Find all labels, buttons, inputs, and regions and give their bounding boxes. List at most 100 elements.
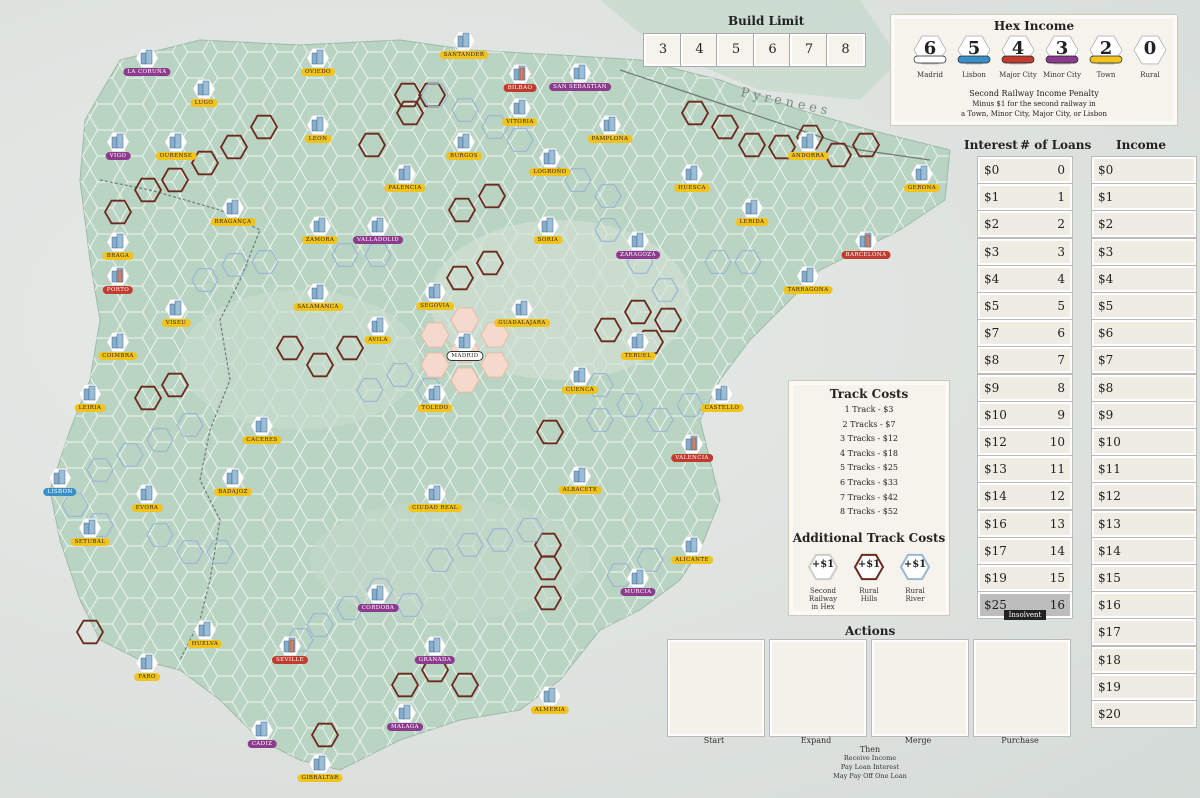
- city-label[interactable]: CUENCA: [561, 386, 599, 394]
- income-row[interactable]: $13: [1091, 509, 1197, 538]
- income-row[interactable]: $19: [1091, 672, 1197, 701]
- city-label[interactable]: TERUEL: [620, 352, 656, 360]
- city-label[interactable]: BURGOS: [446, 152, 482, 160]
- loan-row[interactable]: $17 14: [977, 536, 1073, 565]
- city-label[interactable]: TARRAGONA: [783, 286, 833, 294]
- income-row[interactable]: $14: [1091, 536, 1197, 565]
- city-label[interactable]: VALENCIA: [671, 454, 713, 462]
- income-row[interactable]: $17: [1091, 618, 1197, 647]
- income-row[interactable]: $8: [1091, 373, 1197, 402]
- city-label[interactable]: HUESCA: [674, 184, 710, 192]
- city-label[interactable]: ZARAGOZA: [616, 251, 660, 259]
- city-label[interactable]: SANTANDER: [439, 51, 489, 59]
- income-row[interactable]: $5: [1091, 292, 1197, 320]
- loan-row[interactable]: $8 7: [977, 346, 1073, 375]
- action-box-merge[interactable]: [871, 639, 969, 737]
- city-label[interactable]: GERONA: [903, 184, 941, 192]
- loan-row[interactable]: $16 13: [977, 509, 1073, 538]
- city-label[interactable]: BRAGANÇA: [210, 218, 256, 226]
- city-label[interactable]: SORIA: [533, 236, 563, 244]
- city-label[interactable]: SETUBAL: [70, 538, 110, 546]
- income-row[interactable]: $18: [1091, 645, 1197, 674]
- city-label[interactable]: MALAGA: [387, 723, 423, 731]
- action-box-start[interactable]: [667, 639, 765, 737]
- city-label[interactable]: BARCELONA: [841, 251, 891, 259]
- city-label[interactable]: PORTO: [102, 286, 134, 294]
- city-label[interactable]: BADAJOZ: [214, 488, 252, 496]
- loan-row[interactable]: $9 8: [977, 373, 1073, 402]
- city-label[interactable]: LEIRIA: [74, 404, 106, 412]
- income-row[interactable]: $6: [1091, 319, 1197, 348]
- city-label[interactable]: CORDOBA: [357, 604, 399, 612]
- income-row[interactable]: $1: [1091, 183, 1197, 212]
- city-label[interactable]: LOGROÑO: [529, 168, 571, 176]
- city-label[interactable]: SEGOVIA: [416, 302, 454, 310]
- loan-row[interactable]: $2 2: [977, 210, 1073, 239]
- city-label[interactable]: CIUDAD REAL: [408, 504, 462, 512]
- city-label[interactable]: CADIZ: [247, 740, 277, 748]
- city-label[interactable]: VISEU: [161, 319, 191, 327]
- income-row[interactable]: $15: [1091, 564, 1197, 592]
- city-label[interactable]: ALBACETE: [558, 486, 602, 494]
- city-label[interactable]: BILBAO: [503, 84, 537, 92]
- city-label[interactable]: SALAMANCA: [293, 303, 343, 311]
- income-row[interactable]: $7: [1091, 346, 1197, 375]
- income-row[interactable]: $20: [1091, 700, 1197, 728]
- city-label[interactable]: ZAMORA: [301, 236, 339, 244]
- income-row[interactable]: $0: [1091, 156, 1197, 184]
- city-building-icon: [106, 332, 130, 352]
- city-label[interactable]: GRANADA: [414, 656, 456, 664]
- loan-row[interactable]: $4 4: [977, 264, 1073, 293]
- city-label[interactable]: OVIEDO: [301, 68, 335, 76]
- income-row[interactable]: $3: [1091, 237, 1197, 266]
- city-label[interactable]: ALMERIA: [530, 706, 570, 714]
- income-row[interactable]: $11: [1091, 455, 1197, 484]
- city-label[interactable]: MURCIA: [620, 588, 656, 596]
- city-label[interactable]: LISBON: [43, 488, 77, 496]
- income-row[interactable]: $16: [1091, 591, 1197, 620]
- loan-row[interactable]: $0 0: [977, 156, 1073, 184]
- action-box-purchase[interactable]: [973, 639, 1071, 737]
- loan-row[interactable]: $1 1: [977, 183, 1073, 212]
- city-label[interactable]: PAMPLONA: [587, 135, 633, 143]
- loan-row[interactable]: $14 12: [977, 482, 1073, 511]
- city-label[interactable]: SEVILLE: [271, 656, 309, 664]
- city-label[interactable]: COIMBRA: [98, 352, 138, 360]
- city-label[interactable]: FARO: [134, 673, 160, 681]
- city-label[interactable]: MADRID: [446, 351, 484, 361]
- income-row[interactable]: $4: [1091, 264, 1197, 293]
- city-label[interactable]: GIBRALTAR: [297, 774, 343, 782]
- city-label[interactable]: VIGO: [105, 152, 131, 160]
- loan-row[interactable]: $12 10: [977, 428, 1073, 456]
- city-label[interactable]: LUGO: [190, 99, 218, 107]
- loan-row[interactable]: $5 5: [977, 292, 1073, 320]
- city-label[interactable]: OURENSE: [155, 152, 197, 160]
- income-row[interactable]: $9: [1091, 400, 1197, 429]
- city-label[interactable]: PALENCIA: [384, 184, 426, 192]
- city-label[interactable]: ANDORRA: [787, 152, 829, 160]
- loan-row[interactable]: $19 15: [977, 564, 1073, 592]
- loan-row[interactable]: $13 11: [977, 455, 1073, 484]
- city-label[interactable]: LERIDA: [735, 218, 769, 226]
- city-label[interactable]: CASTELLO: [700, 404, 744, 412]
- city-label[interactable]: VITORIA: [502, 118, 538, 126]
- income-row[interactable]: $10: [1091, 428, 1197, 456]
- city-label[interactable]: BRAGA: [102, 252, 134, 260]
- loan-row[interactable]: $10 9: [977, 400, 1073, 429]
- loan-row[interactable]: $7 6: [977, 319, 1073, 348]
- city-label[interactable]: CACERES: [242, 436, 282, 444]
- city-label[interactable]: HUELVA: [187, 640, 223, 648]
- city-label[interactable]: LEON: [304, 135, 332, 143]
- city-label[interactable]: EVORA: [131, 504, 163, 512]
- income-row[interactable]: $2: [1091, 210, 1197, 239]
- city-label[interactable]: GUADALAJARA: [494, 319, 550, 327]
- loan-row[interactable]: $3 3: [977, 237, 1073, 266]
- action-box-expand[interactable]: [769, 639, 867, 737]
- city-label[interactable]: TOLEDO: [417, 404, 453, 412]
- city-label[interactable]: AVILA: [364, 336, 392, 344]
- city-label[interactable]: ALICANTE: [671, 556, 713, 564]
- income-row[interactable]: $12: [1091, 482, 1197, 511]
- city-label[interactable]: VALLADOLID: [352, 236, 404, 244]
- city-label[interactable]: SAN SEBASTIAN: [549, 83, 611, 91]
- city-label[interactable]: LA CORUÑA: [123, 68, 171, 76]
